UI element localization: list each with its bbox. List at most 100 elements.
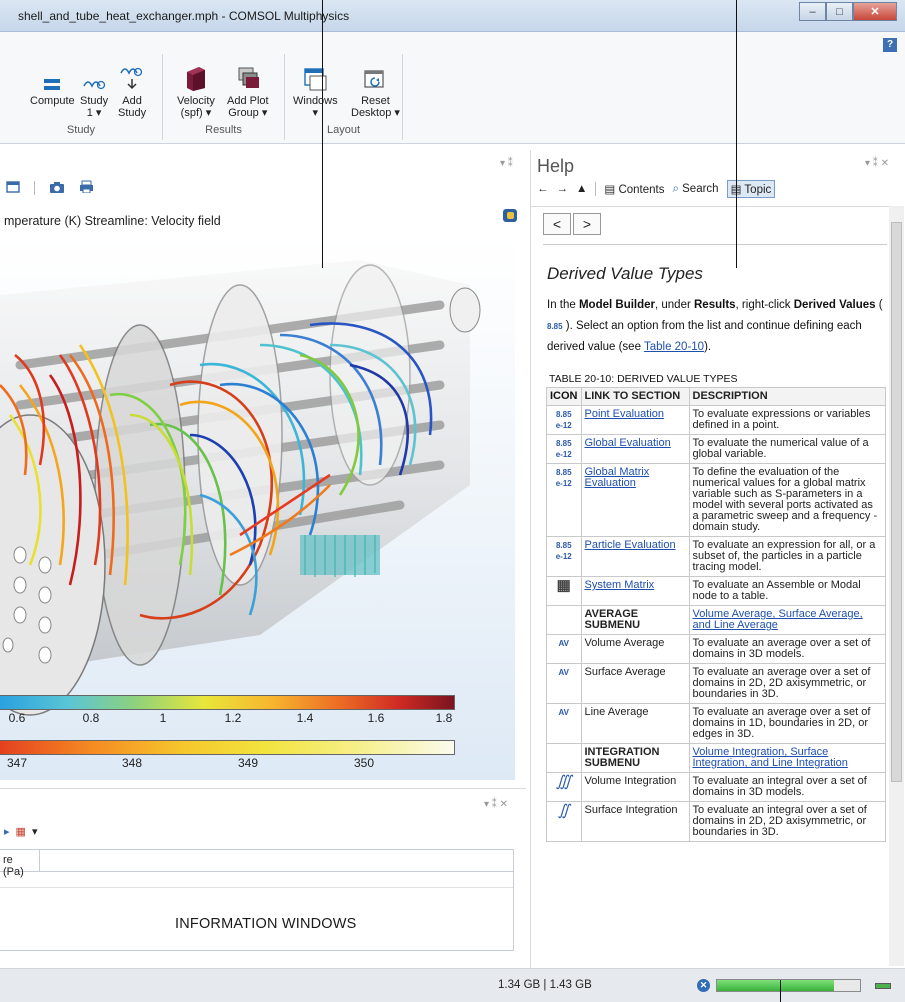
information-windows-caption: INFORMATION WINDOWS	[175, 916, 357, 932]
plot-title: mperature (K) Streamline: Velocity field	[4, 214, 221, 228]
panel-controls[interactable]: ▾ ⁑	[500, 158, 513, 169]
contents-button[interactable]: ▤ Contents	[604, 182, 664, 196]
row-label: Surface Integration	[580, 801, 690, 842]
particle-evaluation-link[interactable]: Particle Evaluation	[585, 539, 676, 551]
average-submenu-link[interactable]: Volume Average, Surface Average, and Lin…	[693, 608, 863, 631]
table-row: 8.85 e-12 Point Evaluation To evaluate e…	[546, 405, 886, 435]
text: , under	[655, 299, 694, 311]
table-row: INTEGRATION SUBMENU Volume Integration, …	[546, 743, 886, 773]
table-link[interactable]: Table 20-10	[644, 341, 704, 353]
global-evaluation-link[interactable]: Global Evaluation	[585, 437, 671, 449]
add-plot-group-button[interactable]: Add Plot Group ▾	[227, 62, 269, 119]
status-bar: 1.34 GB | 1.43 GB ✕	[0, 968, 905, 1002]
maximize-button[interactable]: □	[826, 2, 853, 21]
add-study-icon	[118, 62, 146, 92]
tick-label: 347	[6, 756, 28, 770]
row-description: To evaluate an average over a set of dom…	[688, 703, 886, 744]
table-grid-icon[interactable]: ▦	[16, 825, 26, 838]
column-header: DESCRIPTION	[688, 387, 886, 406]
divider	[543, 244, 887, 245]
average-icon: AV	[546, 703, 582, 744]
table-row	[0, 872, 513, 888]
derived-value-types-table: ICON LINK TO SECTION DESCRIPTION 8.85 e-…	[546, 387, 886, 842]
info-panel-controls[interactable]: ▾ ⁑ ✕	[484, 799, 508, 810]
windows-button[interactable]: Windows ▾	[293, 62, 338, 119]
reset-desktop-icon	[351, 62, 400, 92]
derived-value-icon: 8.85 e-12	[546, 434, 582, 464]
text: In the	[547, 299, 579, 311]
close-button[interactable]: ✕	[853, 2, 897, 21]
study-label: Study 1 ▾	[80, 95, 109, 119]
row-label: Volume Average	[580, 634, 690, 664]
bold-text: Results	[694, 299, 736, 311]
velocity-ticks: 0.6 0.8 1 1.2 1.4 1.6 1.8	[0, 710, 455, 726]
callout-line	[780, 980, 781, 1002]
empty-icon-cell	[546, 743, 582, 773]
title-bar: shell_and_tube_heat_exchanger.mph - COMS…	[0, 0, 905, 32]
chevron-down-icon[interactable]: ▾	[32, 825, 38, 838]
arrow-icon[interactable]: ▸	[4, 825, 10, 838]
home-icon[interactable]: ▲	[576, 183, 587, 195]
tick-label: 1.4	[296, 711, 314, 725]
plot-settings-icon[interactable]	[503, 209, 517, 222]
cancel-progress-icon[interactable]: ✕	[697, 979, 710, 992]
help-toolbar: ← → ▲ ▤ Contents ⌕ Search ▤ Topic	[537, 180, 776, 198]
results-table[interactable]: re (Pa)	[0, 849, 514, 951]
window-controls: – □ ✕	[799, 2, 897, 21]
global-matrix-evaluation-link[interactable]: Global Matrix Evaluation	[585, 466, 650, 489]
window-icon[interactable]	[6, 180, 20, 196]
velocity-button[interactable]: Velocity (spf) ▾	[177, 62, 215, 119]
integration-submenu-link[interactable]: Volume Integration, Surface Integration,…	[693, 746, 848, 769]
text: , right-click	[735, 299, 794, 311]
table-row: 8.85 e-12 Global Evaluation To evaluate …	[546, 434, 886, 464]
temperature-ticks: 347 348 349 350	[0, 755, 455, 771]
3d-model-view[interactable]: 0.6 0.8 1 1.2 1.4 1.6 1.8 347 348 349 35…	[0, 235, 515, 780]
reset-desktop-button[interactable]: Reset Desktop ▾	[351, 62, 400, 119]
scrollbar-thumb[interactable]	[891, 222, 902, 782]
page-nav: < >	[543, 213, 603, 235]
volume-integration-icon: ∭	[546, 772, 582, 802]
table-header-row: ICON LINK TO SECTION DESCRIPTION	[546, 387, 886, 406]
search-button[interactable]: ⌕ Search	[672, 183, 718, 196]
help-panel-controls[interactable]: ▾ ⁑ ✕	[865, 158, 889, 169]
tick-label: 350	[353, 756, 375, 770]
table-caption: TABLE 20-10: DERIVED VALUE TYPES	[549, 373, 738, 385]
study-group: Compute Study 1 ▾ Add Study Study	[0, 54, 163, 140]
compute-button[interactable]: Compute	[30, 62, 75, 107]
graphics-window: ▾ ⁑ mperature (K) Streamline: Velocity f…	[0, 150, 526, 782]
text: ).	[704, 341, 712, 353]
study-button[interactable]: Study 1 ▾	[80, 62, 108, 119]
forward-arrow-icon[interactable]: →	[557, 183, 569, 195]
add-plot-group-label: Add Plot Group ▾	[227, 95, 269, 119]
tick-label: 1	[159, 711, 167, 725]
minimize-button[interactable]: –	[799, 2, 826, 21]
results-group: Velocity (spf) ▾ Add Plot Group ▾ Result…	[163, 54, 285, 140]
add-study-button[interactable]: Add Study	[118, 62, 146, 119]
print-icon[interactable]	[79, 180, 94, 196]
point-evaluation-link[interactable]: Point Evaluation	[585, 408, 665, 420]
bold-text: Derived Values	[793, 299, 876, 311]
callout-line	[736, 0, 737, 268]
row-description: To evaluate an expression for all, or a …	[688, 536, 886, 577]
progress-fill	[717, 980, 835, 991]
help-content[interactable]: < > Derived Value Types In the Model Bui…	[531, 206, 889, 966]
row-description: To evaluate expressions or variables def…	[688, 405, 886, 435]
bold-text: Model Builder	[578, 299, 655, 311]
toolbar-separator	[595, 182, 597, 196]
topic-button[interactable]: ▤ Topic	[726, 180, 776, 198]
graphics-toolbar	[6, 180, 94, 196]
velocity-color-legend: 0.6 0.8 1 1.2 1.4 1.6 1.8	[0, 695, 455, 726]
system-matrix-link[interactable]: System Matrix	[585, 579, 655, 591]
next-page-button[interactable]: >	[573, 213, 601, 235]
average-icon: AV	[546, 634, 582, 664]
table-row: ∭ Volume Integration To evaluate an inte…	[546, 772, 886, 802]
tick-label: 0.6	[8, 711, 26, 725]
help-scrollbar[interactable]	[889, 206, 904, 966]
row-description: To evaluate an integral over a set of do…	[688, 801, 886, 842]
camera-icon[interactable]	[49, 181, 65, 196]
previous-page-button[interactable]: <	[543, 213, 571, 235]
help-question-button[interactable]: ?	[883, 38, 897, 52]
table-row: ∬ Surface Integration To evaluate an int…	[546, 801, 886, 842]
search-label: Search	[682, 182, 719, 195]
back-arrow-icon[interactable]: ←	[537, 183, 549, 195]
